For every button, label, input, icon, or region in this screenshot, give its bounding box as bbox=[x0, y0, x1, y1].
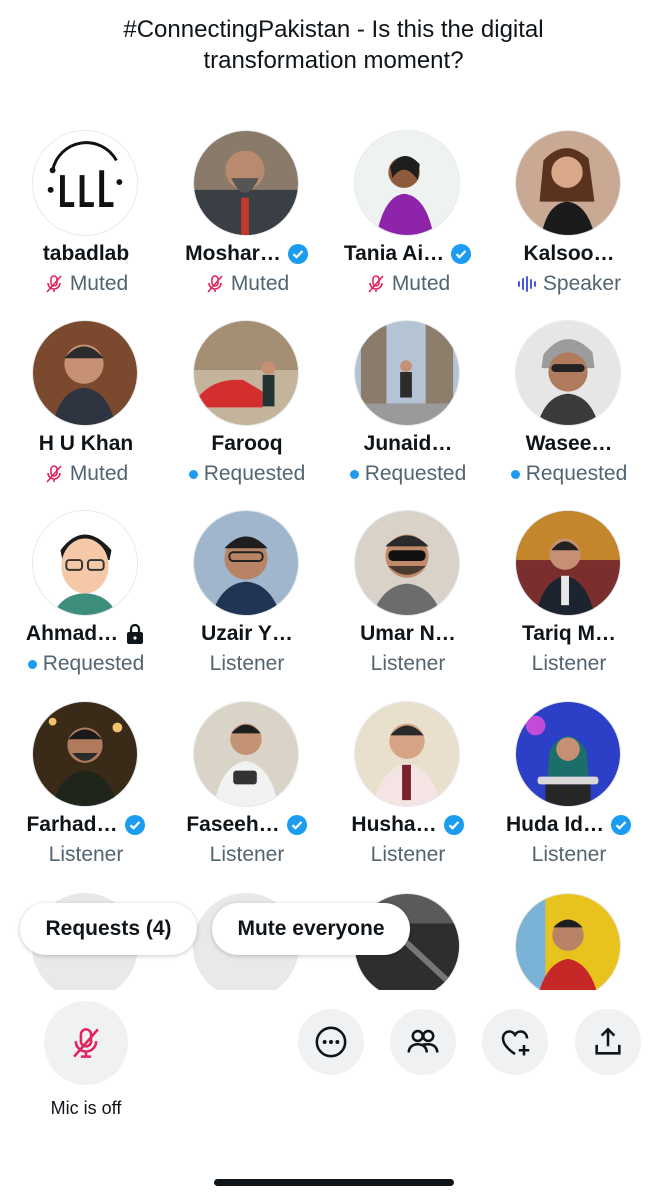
participant-farhad[interactable]: Farhad… Listener bbox=[6, 701, 166, 881]
share-icon bbox=[595, 1027, 621, 1055]
participant-name: Tania Ai… bbox=[343, 242, 445, 265]
mic-toggle-button[interactable] bbox=[44, 1001, 128, 1085]
participant-partial-4[interactable] bbox=[489, 893, 649, 990]
participant-tariq[interactable]: Tariq M… Listener bbox=[489, 510, 649, 690]
participant-moshar[interactable]: Moshar… Muted bbox=[167, 130, 327, 310]
participant-status: Requested bbox=[525, 462, 628, 485]
verified-badge-icon bbox=[443, 815, 464, 835]
participant-name: Moshar… bbox=[185, 242, 281, 265]
participant-status: Listener bbox=[209, 843, 285, 866]
participant-name: Ahmad… bbox=[25, 622, 119, 645]
participant-name: Kalsoo… bbox=[523, 242, 615, 265]
verified-badge-icon bbox=[286, 815, 307, 835]
requested-dot-icon bbox=[510, 469, 520, 479]
avatar bbox=[354, 320, 460, 426]
participant-status: Listener bbox=[209, 652, 285, 675]
participant-status: Requested bbox=[203, 462, 306, 485]
avatar bbox=[32, 130, 138, 236]
heart-plus-icon bbox=[501, 1030, 530, 1056]
participant-status: Muted bbox=[69, 272, 129, 295]
participant-status: Listener bbox=[370, 843, 446, 866]
participant-faseeh[interactable]: Faseeh… Listener bbox=[167, 701, 327, 881]
participant-ahmad[interactable]: Ahmad… Requested bbox=[6, 510, 166, 690]
requests-button[interactable]: Requests (4) bbox=[20, 903, 197, 955]
avatar bbox=[515, 320, 621, 426]
participant-name: Farooq bbox=[211, 432, 283, 455]
participant-junaid[interactable]: Junaid… Requested bbox=[328, 320, 488, 500]
participant-tabadlab[interactable]: tabadlab Muted bbox=[6, 130, 166, 310]
audio-wave-icon bbox=[517, 276, 536, 292]
space-title: #ConnectingPakistan - Is this the digita… bbox=[123, 16, 544, 74]
participant-name: Husha… bbox=[351, 813, 437, 836]
more-icon bbox=[315, 1026, 347, 1058]
bottom-bar: Mic is off bbox=[0, 990, 667, 1200]
participant-status: Listener bbox=[48, 843, 124, 866]
verified-badge-icon bbox=[124, 815, 145, 835]
participant-wasee[interactable]: Wasee… Requested bbox=[489, 320, 649, 500]
verified-badge-icon bbox=[611, 815, 631, 835]
avatar bbox=[515, 701, 621, 807]
avatar bbox=[515, 893, 621, 990]
participant-tania[interactable]: Tania Ai… Muted bbox=[328, 130, 488, 310]
participant-status: Speaker bbox=[542, 272, 622, 295]
requested-dot-icon bbox=[349, 469, 359, 479]
participant-name: H U Khan bbox=[38, 432, 134, 455]
people-button[interactable] bbox=[390, 1009, 456, 1075]
avatar bbox=[32, 510, 138, 616]
avatar bbox=[193, 701, 299, 807]
share-button[interactable] bbox=[575, 1009, 641, 1075]
mute-everyone-button[interactable]: Mute everyone bbox=[212, 903, 410, 955]
participant-status: Requested bbox=[42, 652, 145, 675]
participant-name: tabadlab bbox=[42, 242, 130, 265]
participant-name: Tariq M… bbox=[521, 622, 617, 645]
participant-status: Muted bbox=[69, 462, 129, 485]
avatar bbox=[32, 701, 138, 807]
participant-name: Umar N… bbox=[360, 622, 456, 645]
home-indicator[interactable] bbox=[214, 1179, 454, 1186]
participant-h-u-khan[interactable]: H U Khan Muted bbox=[6, 320, 166, 500]
mic-off-icon bbox=[46, 275, 62, 293]
participant-name: Uzair Y… bbox=[201, 622, 293, 645]
participant-name: Faseeh… bbox=[186, 813, 280, 836]
requested-dot-icon bbox=[27, 659, 37, 669]
participant-uzair[interactable]: Uzair Y… Listener bbox=[167, 510, 327, 690]
participants-grid: tabadlab Muted Moshar… Muted Tania Ai… M… bbox=[0, 130, 667, 990]
verified-badge-icon bbox=[451, 244, 472, 264]
avatar bbox=[354, 701, 460, 807]
participant-farooq[interactable]: Farooq Requested bbox=[167, 320, 327, 500]
participant-status: Requested bbox=[364, 462, 467, 485]
participant-status: Muted bbox=[230, 272, 290, 295]
participant-name: Junaid… bbox=[363, 432, 453, 455]
people-icon bbox=[407, 1029, 439, 1053]
mic-off-icon bbox=[73, 1028, 99, 1058]
participant-name: Huda Id… bbox=[506, 813, 604, 836]
participant-status: Listener bbox=[531, 843, 607, 866]
mic-off-icon bbox=[368, 275, 384, 293]
lock-icon bbox=[127, 623, 144, 644]
avatar bbox=[193, 510, 299, 616]
participant-status: Listener bbox=[370, 652, 446, 675]
avatar bbox=[193, 320, 299, 426]
more-button[interactable] bbox=[298, 1009, 364, 1075]
participant-name: Farhad… bbox=[26, 813, 118, 836]
participant-umar[interactable]: Umar N… Listener bbox=[328, 510, 488, 690]
react-button[interactable] bbox=[482, 1009, 548, 1075]
avatar bbox=[32, 320, 138, 426]
participant-status: Listener bbox=[531, 652, 607, 675]
participant-husha[interactable]: Husha… Listener bbox=[328, 701, 488, 881]
participant-huda[interactable]: Huda Id… Listener bbox=[489, 701, 649, 881]
participant-name: Wasee… bbox=[525, 432, 613, 455]
avatar bbox=[515, 510, 621, 616]
mic-status-label: Mic is off bbox=[50, 1098, 122, 1118]
participant-kalsoo[interactable]: Kalsoo… Speaker bbox=[489, 130, 649, 310]
avatar bbox=[354, 510, 460, 616]
participant-status: Muted bbox=[391, 272, 451, 295]
avatar bbox=[515, 130, 621, 236]
verified-badge-icon bbox=[287, 244, 308, 264]
mic-off-icon bbox=[46, 465, 62, 483]
avatar bbox=[193, 130, 299, 236]
mic-off-icon bbox=[207, 275, 223, 293]
avatar bbox=[354, 130, 460, 236]
requested-dot-icon bbox=[188, 469, 198, 479]
